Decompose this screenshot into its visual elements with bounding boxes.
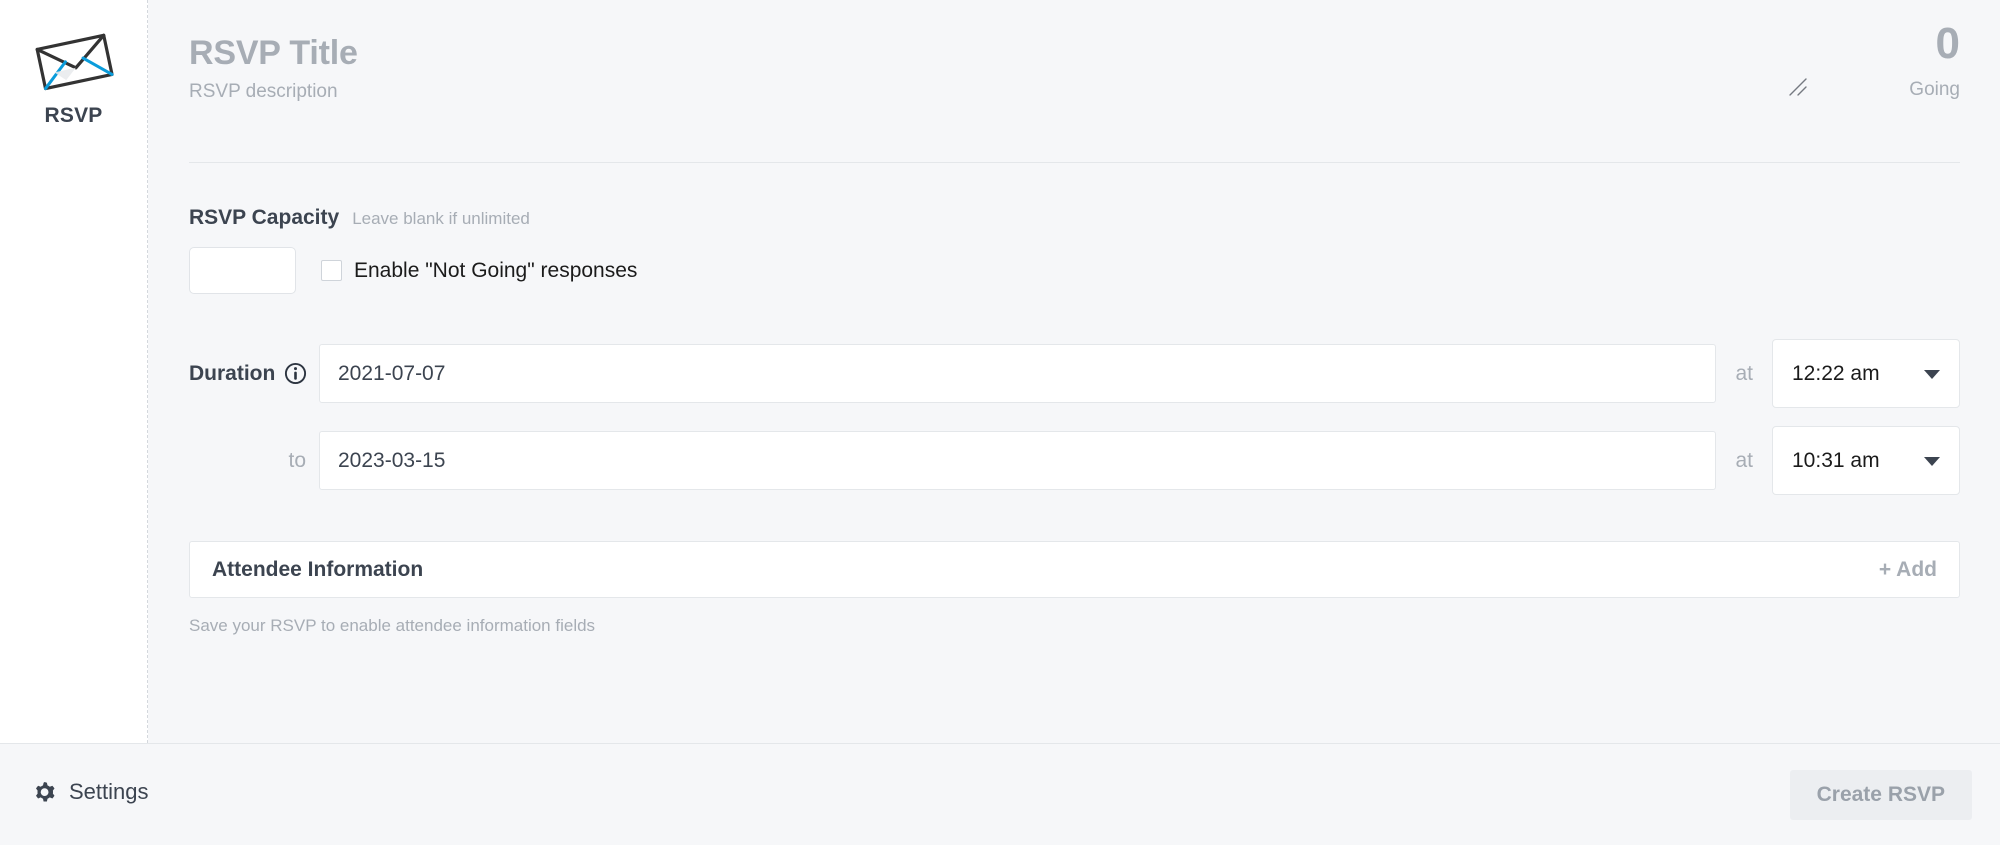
add-attendee-field-button[interactable]: + Add	[1879, 558, 1937, 582]
going-label: Going	[1909, 79, 1960, 100]
end-time-value: 10:31 am	[1792, 448, 1880, 472]
not-going-checkbox[interactable]	[321, 260, 342, 281]
main-content: RSVP Title RSVP description 0 Going RSVP…	[149, 0, 2000, 743]
page-description[interactable]: RSVP description	[189, 81, 1960, 103]
going-count: 0	[1935, 19, 1960, 68]
rsvp-header: RSVP Title RSVP description 0 Going	[189, 0, 1960, 163]
capacity-section: RSVP Capacity Leave blank if unlimited E…	[189, 163, 1960, 294]
duration-end-row: to at 10:31 am	[189, 426, 1960, 495]
sidebar: RSVP	[0, 0, 148, 743]
capacity-label: RSVP Capacity	[189, 206, 340, 229]
capacity-input[interactable]	[189, 247, 296, 294]
resize-handle-icon[interactable]	[1787, 76, 1809, 98]
attendee-note: Save your RSVP to enable attendee inform…	[189, 616, 596, 635]
capacity-hint: Leave blank if unlimited	[352, 209, 530, 228]
duration-label-group: Duration	[189, 362, 319, 386]
not-going-checkbox-wrap[interactable]: Enable "Not Going" responses	[321, 259, 637, 283]
page-title[interactable]: RSVP Title	[189, 34, 1960, 72]
sidebar-label: RSVP	[44, 104, 103, 127]
gear-icon	[36, 781, 55, 801]
chevron-down-icon	[1924, 456, 1940, 466]
end-date-input[interactable]	[319, 431, 1717, 490]
attendee-section: Attendee Information + Add Save your RSV…	[189, 513, 1960, 636]
not-going-checkbox-label: Enable "Not Going" responses	[354, 258, 638, 282]
end-time-select[interactable]: 10:31 am	[1772, 426, 1960, 495]
duration-to-group: to	[189, 449, 319, 473]
start-time-select[interactable]: 12:22 am	[1772, 339, 1960, 408]
settings-label: Settings	[69, 778, 149, 804]
create-rsvp-button[interactable]: Create RSVP	[1789, 769, 1972, 820]
duration-label: Duration	[189, 361, 276, 385]
duration-start-row: Duration at 12:22 am	[189, 339, 1960, 408]
chevron-down-icon	[1924, 369, 1940, 379]
attendee-panel: Attendee Information + Add	[189, 541, 1960, 598]
info-icon[interactable]	[284, 362, 307, 385]
going-counter: 0 Going	[1840, 22, 1960, 101]
start-time-value: 12:22 am	[1792, 361, 1880, 385]
end-at-label: at	[1735, 448, 1753, 472]
start-at-label: at	[1735, 361, 1753, 385]
footer-bar: Settings Create RSVP	[0, 743, 2000, 845]
envelope-icon	[35, 33, 114, 91]
capacity-label-row: RSVP Capacity Leave blank if unlimited	[189, 206, 1960, 230]
duration-to-label: to	[288, 448, 306, 472]
settings-button[interactable]: Settings	[30, 778, 149, 806]
rsvp-editor: RSVP RSVP Title RSVP description 0 Going…	[0, 0, 2000, 845]
duration-section: Duration at 12:22 am to	[189, 294, 1960, 495]
attendee-title: Attendee Information	[212, 557, 424, 581]
start-date-input[interactable]	[319, 344, 1717, 403]
capacity-row: Enable "Not Going" responses	[189, 247, 1960, 294]
